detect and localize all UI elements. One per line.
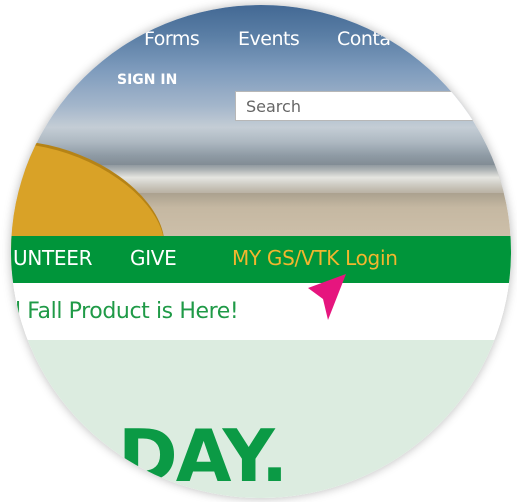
- main-nav-bar: UNTEER GIVE MY GS/VTK Login: [11, 236, 511, 283]
- website-snippet: Forms Events Conta SIGN IN UNTEER GIVE M…: [11, 5, 511, 498]
- sign-in-link[interactable]: SIGN IN: [117, 72, 177, 88]
- announcement-link[interactable]: l Fall Product is Here!: [15, 299, 239, 324]
- nav-forms-link[interactable]: Forms: [144, 28, 200, 50]
- search-input[interactable]: [235, 91, 511, 121]
- magnified-view: Forms Events Conta SIGN IN UNTEER GIVE M…: [0, 0, 517, 502]
- magnifier-lens: Forms Events Conta SIGN IN UNTEER GIVE M…: [11, 5, 511, 498]
- nav-events-link[interactable]: Events: [238, 28, 300, 50]
- magenta-arrow-cursor-icon: [308, 274, 346, 320]
- nav-give-link[interactable]: GIVE: [130, 246, 177, 270]
- nav-contact-link[interactable]: Conta: [337, 28, 391, 50]
- nav-volunteer-link[interactable]: UNTEER: [13, 246, 92, 270]
- promo-headline: DAY.: [118, 414, 288, 498]
- announcement-bar: l Fall Product is Here!: [11, 283, 511, 340]
- top-nav: Forms Events Conta: [11, 28, 511, 54]
- nav-vtk-login-link[interactable]: MY GS/VTK Login: [232, 246, 398, 270]
